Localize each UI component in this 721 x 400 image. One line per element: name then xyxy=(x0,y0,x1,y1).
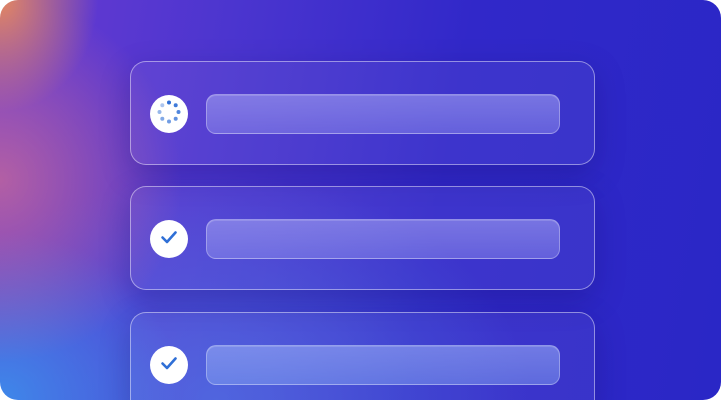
loading-spinner-icon xyxy=(156,99,182,130)
placeholder-text-bar xyxy=(206,345,560,385)
status-indicator xyxy=(150,95,188,133)
checkmark-icon xyxy=(159,353,179,378)
placeholder-text-bar xyxy=(206,94,560,134)
checkmark-icon xyxy=(159,227,179,252)
task-card-complete xyxy=(130,186,595,290)
task-card-loading xyxy=(130,61,595,165)
status-indicator xyxy=(150,346,188,384)
status-indicator xyxy=(150,220,188,258)
task-card-complete xyxy=(130,312,595,400)
task-list-illustration xyxy=(0,0,721,400)
placeholder-text-bar xyxy=(206,219,560,259)
